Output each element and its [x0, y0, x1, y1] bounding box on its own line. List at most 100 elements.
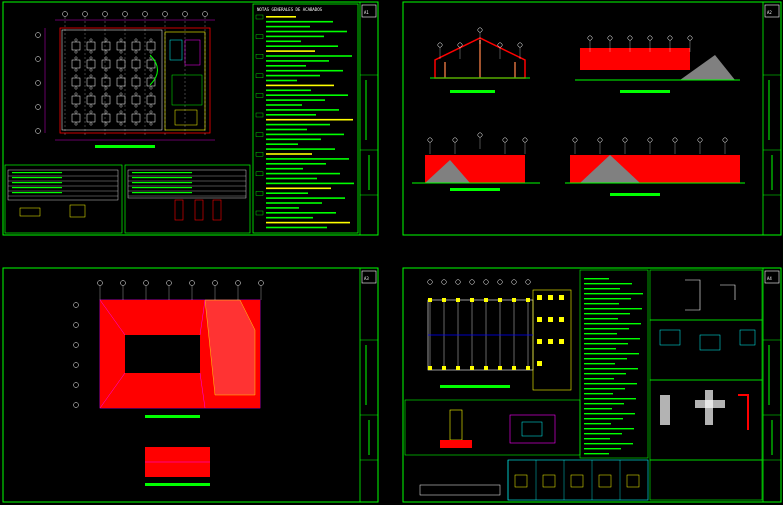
note-line: [584, 363, 615, 365]
column-section: [598, 474, 612, 488]
grid-bubble: [162, 11, 168, 17]
note-line: [584, 393, 613, 395]
note-line: [584, 413, 635, 415]
dining-table: [71, 95, 81, 105]
note-line: [584, 378, 614, 380]
table-text: [132, 187, 192, 189]
table-text: [12, 177, 62, 179]
chair: [134, 86, 138, 90]
chair: [149, 92, 153, 96]
notes-title: NOTAS GENERALES DE ACABADOS: [257, 7, 323, 12]
column-section: [514, 474, 528, 488]
note-line: [584, 323, 641, 325]
note-line: [584, 318, 618, 320]
level-bubble: [427, 137, 433, 143]
notes-lines: [255, 14, 354, 229]
roof-detail: [145, 447, 210, 486]
grid-bubble: [35, 128, 41, 134]
chair: [149, 68, 153, 72]
grid-bubble: [166, 280, 172, 286]
chair: [149, 110, 153, 114]
footing: [537, 361, 542, 366]
footing: [428, 298, 432, 302]
chair: [104, 56, 108, 60]
note-line: [266, 226, 327, 229]
level-bubble: [477, 132, 483, 138]
chair: [89, 38, 93, 42]
note-line: [266, 99, 325, 101]
chair: [149, 86, 153, 90]
note-line: [584, 308, 642, 310]
note-line: [266, 60, 329, 62]
grid-bubble: [189, 280, 195, 286]
note-line: [584, 368, 638, 370]
chair: [149, 50, 153, 54]
chair: [134, 68, 138, 72]
dining-table: [101, 77, 111, 87]
note-line: [266, 69, 343, 72]
note-line: [266, 207, 299, 209]
note-line: [266, 216, 313, 219]
note-line: [266, 182, 354, 185]
grid-bubble: [73, 362, 79, 368]
table-text: [132, 172, 192, 174]
level-bubble: [667, 35, 673, 41]
chair: [89, 110, 93, 114]
grid-bubble: [35, 56, 41, 62]
note-line: [584, 423, 611, 425]
note-line: [584, 448, 621, 450]
note-line: [584, 283, 632, 285]
dining-table: [146, 113, 156, 123]
sheet-1-title-block: [359, 1, 379, 236]
note-swatch: [255, 112, 264, 118]
sheet-2-number: A2: [767, 10, 772, 15]
grid-bubble: [73, 322, 79, 328]
grid-bubble: [73, 382, 79, 388]
dining-table: [71, 113, 81, 123]
note-line: [584, 353, 639, 355]
note-line: [266, 192, 308, 194]
chair: [119, 104, 123, 108]
dining-table: [131, 95, 141, 105]
note-swatch: [255, 132, 264, 137]
note-line: [266, 123, 330, 126]
elevation-side: [412, 155, 540, 191]
note-line: [266, 187, 331, 190]
chair: [134, 38, 138, 42]
grid-bubble: [73, 342, 79, 348]
chair: [119, 86, 123, 90]
chair: [74, 122, 78, 126]
level-bubble: [607, 35, 613, 41]
note-line: [266, 148, 335, 150]
note-swatch: [255, 14, 264, 20]
grid-bubble: [35, 104, 41, 110]
chair: [74, 56, 78, 60]
note-line: [266, 94, 348, 96]
level-bubble: [622, 137, 628, 143]
note-swatch: [255, 73, 264, 79]
chair: [119, 110, 123, 114]
level-bubble: [517, 42, 523, 48]
note-line: [266, 16, 296, 18]
dining-table: [86, 59, 96, 69]
note-line: [584, 433, 622, 435]
level-bubble: [687, 35, 693, 41]
dining-table: [146, 95, 156, 105]
level-bubble: [477, 27, 483, 33]
dining-table: [101, 95, 111, 105]
note-swatch: [255, 151, 264, 157]
note-line: [584, 383, 637, 385]
dining-table: [101, 59, 111, 69]
note-line: [584, 333, 617, 335]
note-swatch: [255, 210, 264, 216]
chair: [104, 110, 108, 114]
note-line: [584, 373, 626, 375]
grid-bubble: [122, 11, 128, 17]
dining-table: [71, 59, 81, 69]
grid-bubble: [455, 279, 461, 285]
note-line: [584, 403, 624, 405]
footing: [526, 366, 530, 370]
grid-bubble: [427, 279, 433, 285]
note-line: [266, 109, 339, 111]
sheet-2: A2: [402, 1, 782, 236]
